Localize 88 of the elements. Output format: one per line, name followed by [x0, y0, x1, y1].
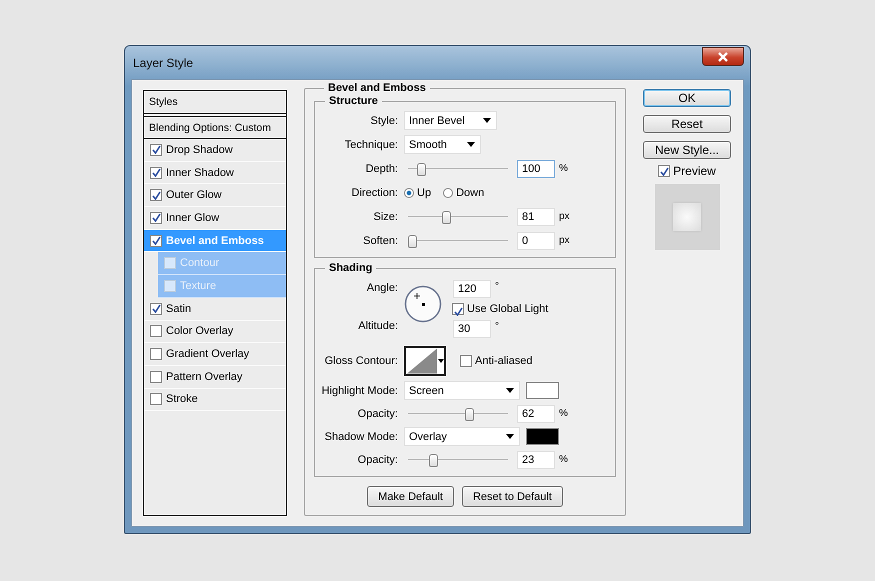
- unit-label: %: [559, 454, 568, 465]
- radio-button[interactable]: Down: [443, 186, 484, 198]
- caret-icon: [438, 359, 444, 363]
- list-header[interactable]: Styles: [144, 91, 286, 114]
- unit-label: °: [495, 281, 499, 292]
- checkbox[interactable]: [150, 348, 162, 360]
- radio-button[interactable]: Up: [404, 186, 432, 198]
- blend-mode-dropdown[interactable]: Screen: [404, 381, 520, 400]
- caret-icon: [506, 388, 514, 393]
- list-item[interactable]: Color Overlay: [144, 320, 286, 344]
- checkbox[interactable]: [164, 280, 176, 292]
- input-field[interactable]: 81: [517, 208, 555, 226]
- checkbox-option[interactable]: Anti-aliased: [460, 355, 532, 367]
- checkbox[interactable]: [150, 234, 162, 247]
- checkbox[interactable]: [460, 355, 472, 367]
- checkbox[interactable]: [150, 302, 162, 315]
- style-dropdown[interactable]: Inner Bevel: [404, 111, 497, 130]
- unit-label: %: [559, 408, 568, 419]
- field-label: Opacity:: [356, 408, 399, 420]
- checkbox[interactable]: [658, 165, 670, 177]
- checkbox[interactable]: [150, 393, 162, 406]
- close-icon: [717, 52, 729, 62]
- caret-icon: [506, 434, 514, 439]
- close-button[interactable]: [702, 47, 744, 66]
- caret-icon: [483, 118, 491, 123]
- field-label: Altitude:: [357, 320, 399, 332]
- field-label: Direction:: [350, 186, 399, 198]
- dialog-button[interactable]: OK: [643, 89, 731, 107]
- color-swatch[interactable]: [526, 382, 559, 399]
- field-label: Gloss Contour:: [324, 355, 399, 367]
- window-title: Layer Style: [132, 56, 194, 70]
- field-label: Depth:: [364, 162, 399, 174]
- field-label: Opacity:: [356, 454, 399, 466]
- field-label: Soften:: [362, 234, 399, 246]
- technique-dropdown[interactable]: Smooth: [404, 135, 481, 154]
- contour-curve-icon: [406, 347, 438, 375]
- field-label: Technique:: [344, 138, 399, 150]
- group-title: Shading: [325, 262, 376, 274]
- list-item[interactable]: Inner Shadow: [144, 162, 286, 184]
- field-label: Style:: [369, 114, 399, 126]
- list-item[interactable]: Satin: [144, 298, 286, 320]
- list-item[interactable]: Blending Options: Custom: [144, 116, 286, 139]
- input-field[interactable]: 100: [517, 160, 555, 178]
- contour-picker[interactable]: [404, 346, 446, 376]
- unit-label: °: [495, 321, 499, 332]
- slider-thumb[interactable]: [429, 454, 438, 466]
- checkbox[interactable]: [150, 212, 162, 224]
- angle-dial[interactable]: [404, 285, 442, 323]
- checkbox[interactable]: [150, 370, 162, 383]
- list-item[interactable]: Gradient Overlay: [144, 343, 286, 366]
- dialog-button[interactable]: Reset: [643, 115, 731, 133]
- list-item[interactable]: Drop Shadow: [144, 139, 286, 162]
- checkbox[interactable]: [150, 144, 162, 156]
- input-field[interactable]: 0: [517, 232, 555, 250]
- style-preview: [654, 184, 720, 250]
- dialog-button[interactable]: Reset to Default: [462, 486, 563, 507]
- unit-label: %: [559, 163, 568, 174]
- group-title: Bevel and Emboss: [324, 82, 430, 94]
- unit-label: px: [559, 211, 570, 222]
- unit-label: px: [559, 235, 570, 246]
- input-field[interactable]: 23: [517, 450, 555, 468]
- checkbox[interactable]: [150, 166, 162, 179]
- input-field[interactable]: 120: [453, 280, 491, 298]
- slider-thumb[interactable]: [408, 234, 417, 248]
- list-item[interactable]: Outer Glow: [144, 184, 286, 208]
- field-label: Size:: [372, 210, 399, 222]
- list-item[interactable]: Stroke: [144, 388, 286, 412]
- checkbox[interactable]: [452, 303, 464, 315]
- checkbox-option[interactable]: Use Global Light: [452, 300, 548, 318]
- group-title: Structure: [325, 95, 382, 107]
- color-swatch[interactable]: [526, 428, 559, 445]
- checkbox-option[interactable]: Preview: [658, 164, 716, 178]
- slider-thumb[interactable]: [465, 408, 474, 420]
- field-label: Angle:: [366, 282, 399, 294]
- dialog-button[interactable]: Make Default: [367, 486, 454, 507]
- dialog-button[interactable]: New Style...: [643, 141, 731, 159]
- list-item[interactable]: Pattern Overlay: [144, 366, 286, 389]
- blend-mode-dropdown[interactable]: Overlay: [404, 427, 520, 446]
- input-field[interactable]: 30: [453, 320, 491, 338]
- checkbox[interactable]: [150, 325, 162, 338]
- input-field[interactable]: 62: [517, 404, 555, 422]
- field-label: Shadow Mode:: [324, 430, 399, 442]
- checkbox[interactable]: [150, 189, 162, 202]
- caret-icon: [467, 142, 475, 147]
- slider-thumb[interactable]: [417, 162, 426, 176]
- field-label: Highlight Mode:: [320, 384, 399, 396]
- slider-thumb[interactable]: [442, 210, 452, 224]
- checkbox[interactable]: [164, 257, 176, 270]
